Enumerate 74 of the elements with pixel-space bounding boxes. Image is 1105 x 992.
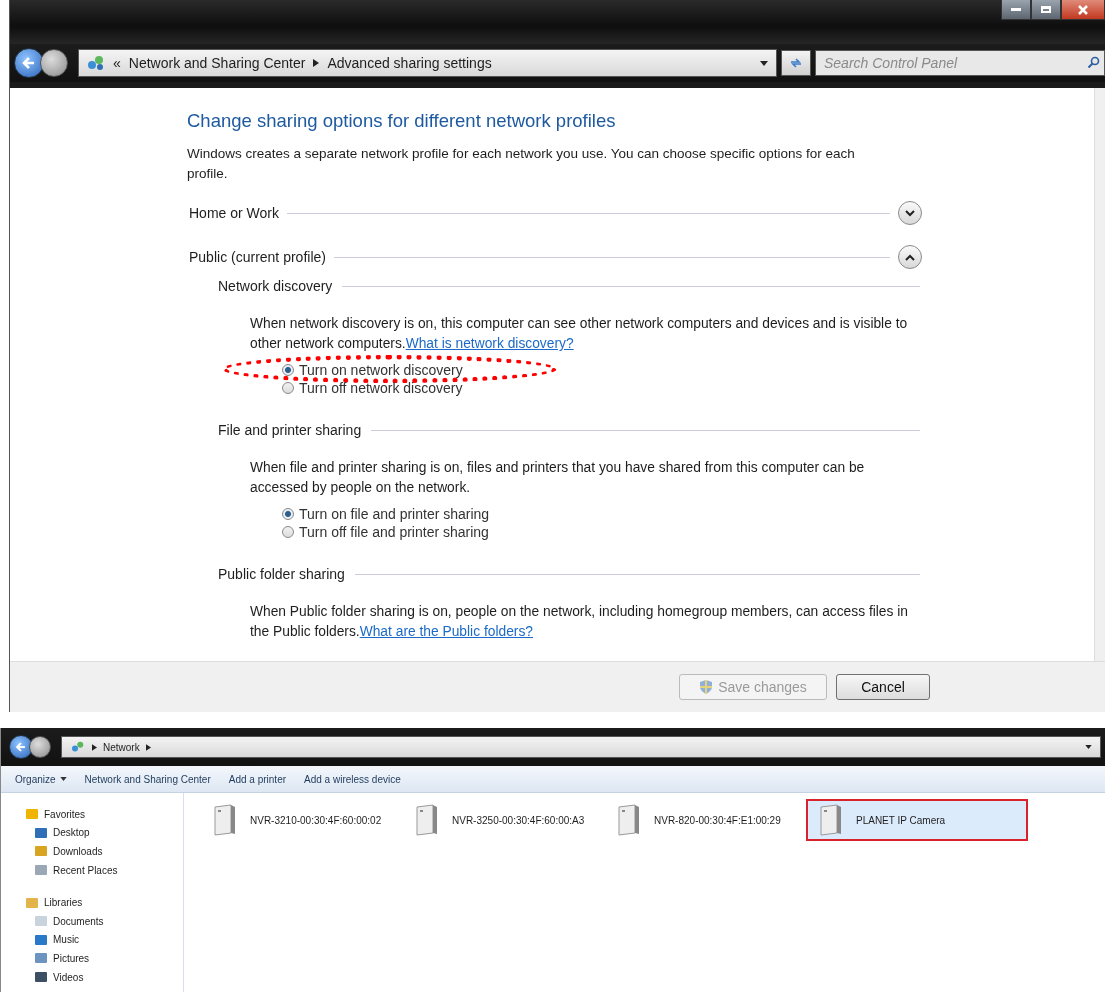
breadcrumb-item[interactable]: Network and Sharing Center — [128, 55, 306, 71]
minimize-button[interactable] — [1001, 0, 1031, 20]
dropdown-arrow-icon[interactable] — [760, 60, 768, 66]
refresh-button[interactable] — [781, 50, 811, 76]
back-button[interactable] — [9, 735, 33, 759]
toolbar-button[interactable]: Organize — [15, 773, 67, 785]
network-icon — [87, 55, 105, 71]
scrollbar[interactable] — [1094, 88, 1105, 661]
dropdown-arrow-icon[interactable] — [1085, 745, 1092, 749]
refresh-icon — [789, 57, 803, 69]
radio-button[interactable] — [282, 382, 294, 394]
device-item[interactable]: PLANET IP Camera — [806, 799, 1028, 841]
page-heading: Change sharing options for different network profiles — [187, 110, 617, 132]
section-description: When Public folder sharing is on, people on the network, including homegroup members, can access files in the Public folders.What are the Public folders? — [250, 603, 909, 641]
device-tower-icon — [616, 804, 640, 836]
nav-item[interactable]: Music — [1, 930, 183, 950]
profile-label: Home or Work — [189, 205, 279, 221]
back-button[interactable] — [14, 48, 44, 78]
forward-button[interactable] — [29, 736, 51, 758]
search-field[interactable]: Search Control Panel — [815, 50, 1105, 76]
nav-item[interactable]: Documents — [1, 911, 183, 931]
arrow-left-icon — [14, 740, 28, 754]
radio-button[interactable] — [282, 526, 294, 538]
breadcrumb-arrow-icon — [92, 743, 97, 751]
nav-item[interactable]: Desktop — [1, 823, 183, 843]
nav-item[interactable]: Downloads — [1, 842, 183, 861]
breadcrumb-arrow-icon — [313, 59, 320, 67]
maximize-button[interactable] — [1031, 0, 1061, 20]
shield-icon — [699, 679, 714, 695]
device-item[interactable]: NVR-3210-00:30:4F:60:00:02 — [202, 799, 404, 841]
breadcrumb-item[interactable]: Advanced sharing settings — [327, 55, 492, 71]
toolbar-button[interactable]: Add a printer — [228, 773, 287, 785]
section-title: File and printer sharing — [218, 422, 362, 438]
close-icon — [1077, 3, 1089, 16]
breadcrumb-overflow[interactable]: « — [113, 55, 121, 71]
close-button[interactable] — [1061, 0, 1105, 20]
section-title: Public folder sharing — [218, 566, 345, 582]
device-tower-icon — [818, 804, 842, 836]
nav-group-item[interactable]: Libraries — [1, 893, 183, 912]
forward-button[interactable] — [40, 49, 68, 77]
radio-option[interactable]: Turn off file and printer sharing — [282, 524, 489, 540]
section-description: When file and printer sharing is on, files and printers that you have shared from this computer can be accessed by people on the network. — [250, 459, 866, 497]
device-tower-icon — [212, 804, 236, 836]
chevron-up-icon — [905, 253, 915, 261]
radio-option[interactable]: Turn on network discovery — [282, 362, 463, 378]
radio-button[interactable] — [282, 508, 294, 520]
nav-item[interactable]: Videos — [1, 967, 183, 987]
collapse-button[interactable] — [898, 245, 922, 269]
network-icon — [70, 741, 86, 753]
profile-label: Public (current profile) — [189, 249, 326, 265]
help-link[interactable]: What are the Public folders? — [359, 624, 533, 639]
address-bar[interactable]: Network — [61, 736, 1101, 758]
nav-item[interactable]: Pictures — [1, 949, 183, 968]
section-description: When network discovery is on, this computer can see other network computers and devices and is visible to other network computers.What is network discovery? — [250, 315, 909, 353]
cancel-button[interactable]: Cancel — [836, 674, 930, 700]
radio-button[interactable] — [282, 364, 294, 376]
radio-option[interactable]: Turn off network discovery — [282, 380, 463, 396]
nav-item[interactable]: Recent Places — [1, 860, 183, 880]
intro-text: Windows creates a separate network profile for each network you use. You can choose specific options for each profile. — [187, 145, 856, 183]
breadcrumb-item[interactable]: Network — [103, 741, 140, 753]
section-title: Network discovery — [218, 278, 333, 294]
help-link[interactable]: What is network discovery? — [405, 336, 574, 351]
toolbar-button[interactable]: Add a wireless device — [304, 773, 401, 785]
device-item[interactable]: NVR-3250-00:30:4F:60:00:A3 — [404, 799, 606, 841]
address-bar[interactable]: « Network and Sharing Center Advanced sharing settings — [78, 49, 777, 77]
radio-option[interactable]: Turn on file and printer sharing — [282, 506, 490, 522]
device-item[interactable]: NVR-820-00:30:4F:E1:00:29 — [606, 799, 808, 841]
toolbar-button[interactable]: Network and Sharing Center — [84, 773, 211, 785]
search-icon — [1087, 56, 1100, 69]
chevron-down-icon — [905, 209, 915, 217]
breadcrumb-arrow-icon — [145, 743, 151, 751]
nav-group-item[interactable]: Favorites — [1, 805, 183, 824]
device-tower-icon — [414, 804, 438, 836]
expand-button[interactable] — [898, 201, 922, 225]
